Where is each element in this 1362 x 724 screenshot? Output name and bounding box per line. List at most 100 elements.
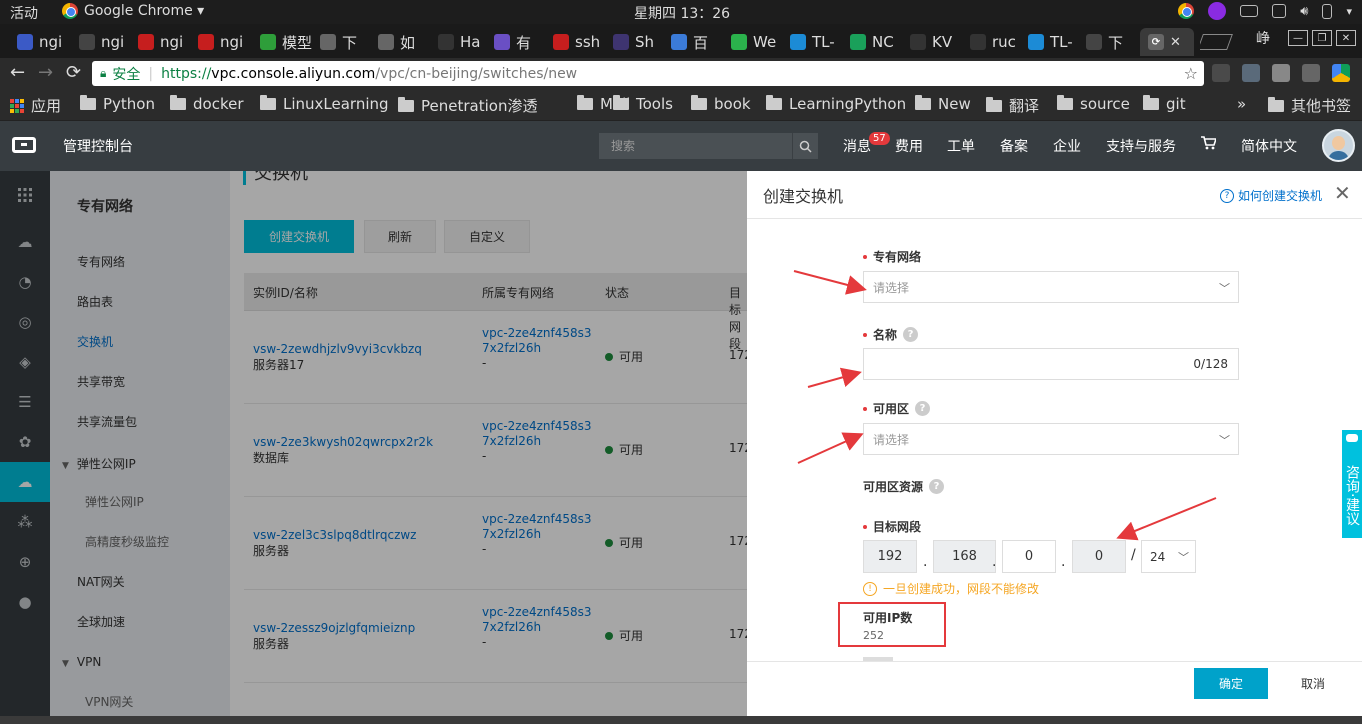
tab-active[interactable]: ⟳ ✕ xyxy=(1140,28,1194,56)
bookmark-folder[interactable]: Penetration渗透 xyxy=(398,95,537,116)
cart-icon[interactable] xyxy=(1200,136,1218,154)
battery-icon[interactable] xyxy=(1322,3,1333,19)
cancel-button[interactable]: 取消 xyxy=(1274,668,1352,699)
name-input[interactable]: 0/128 xyxy=(863,348,1239,380)
console-search xyxy=(599,133,818,159)
bookmark-other[interactable]: 其他书签 xyxy=(1268,95,1351,116)
tab-label: 下 xyxy=(1108,33,1124,52)
browser-tab[interactable]: KV xyxy=(910,28,952,56)
bookmark-folder[interactable]: LearningPython xyxy=(766,95,906,113)
nav-billing[interactable]: 费用 xyxy=(895,136,923,156)
profile-label[interactable]: 峥 xyxy=(1256,28,1270,48)
back-icon[interactable]: ← xyxy=(10,62,25,83)
tab-label: 有 xyxy=(516,33,532,52)
loading-icon: ⟳ xyxy=(1148,34,1164,50)
browser-tab[interactable]: ngi xyxy=(79,28,124,56)
feedback-float-button[interactable]: 咨询·建议 xyxy=(1342,430,1362,538)
help-link[interactable]: ? 如何创建交换机 xyxy=(1220,187,1322,204)
question-icon[interactable]: ? xyxy=(903,327,919,342)
console-title[interactable]: 管理控制台 xyxy=(63,136,133,156)
browser-tab[interactable]: ngi xyxy=(17,28,62,56)
network-icon[interactable] xyxy=(1272,4,1287,18)
chrome-tray-icon[interactable] xyxy=(1178,3,1195,19)
console-search-input[interactable] xyxy=(599,133,789,159)
cidr-octet-1[interactable]: 192 xyxy=(863,540,917,573)
browser-tab[interactable]: Sh xyxy=(613,28,654,56)
nav-icp[interactable]: 备案 xyxy=(1000,136,1028,156)
bookmark-folder[interactable]: Python xyxy=(80,95,155,113)
extension-icon-3[interactable] xyxy=(1272,64,1290,82)
bookmark-folder[interactable]: source xyxy=(1057,95,1130,113)
cidr-octet-4[interactable]: 0 xyxy=(1072,540,1126,573)
browser-tab[interactable]: Ha xyxy=(438,28,480,56)
browser-tab[interactable]: 如 xyxy=(378,28,415,56)
warning-icon: ! xyxy=(863,581,877,596)
cidr-mask-select[interactable]: 24 ﹀ xyxy=(1141,540,1196,573)
question-icon[interactable]: ? xyxy=(929,479,945,494)
bookmark-folder[interactable]: Tools xyxy=(613,95,673,113)
browser-tab[interactable]: 有 xyxy=(494,28,531,56)
maximize-button[interactable]: ❐ xyxy=(1312,30,1332,46)
bookmarks-overflow[interactable]: » xyxy=(1237,95,1246,113)
browser-tab[interactable]: ssh xyxy=(553,28,600,56)
browser-tab[interactable]: NC xyxy=(850,28,894,56)
volume-icon[interactable]: 🔊︎ xyxy=(1300,4,1308,19)
bookmark-folder[interactable]: LinuxLearning xyxy=(260,95,389,113)
bookmark-folder[interactable]: docker xyxy=(170,95,244,113)
browser-tab[interactable]: 下 xyxy=(320,28,357,56)
omnibox[interactable]: 🔒︎ 安全 | https:// vpc.console.aliyun.com … xyxy=(92,61,1204,86)
forward-icon[interactable]: → xyxy=(38,62,53,83)
confirm-button[interactable]: 确定 xyxy=(1194,668,1268,699)
browser-tab[interactable]: ruc xyxy=(970,28,1016,56)
tab-favicon-icon xyxy=(138,34,154,50)
nav-tickets[interactable]: 工单 xyxy=(947,136,975,156)
keyboard-icon[interactable] xyxy=(1240,5,1259,17)
nav-support[interactable]: 支持与服务 xyxy=(1106,136,1176,156)
new-tab-button[interactable] xyxy=(1200,28,1236,56)
app-menu[interactable]: Google Chrome ▾ xyxy=(62,3,204,19)
nav-messages[interactable]: 消息 57 xyxy=(843,132,890,156)
tab-favicon-icon xyxy=(378,34,394,50)
browser-tab[interactable]: ngi xyxy=(198,28,243,56)
cidr-octet-3[interactable]: 0 xyxy=(1002,540,1056,573)
nav-messages-label: 消息 xyxy=(843,139,871,155)
tab-close-icon[interactable]: ✕ xyxy=(1170,35,1181,50)
browser-tab[interactable]: TL- xyxy=(790,28,835,56)
drive-icon[interactable] xyxy=(1332,64,1350,82)
browser-tab[interactable]: 模型 xyxy=(260,28,312,56)
zone-select[interactable]: 请选择 ﹀ xyxy=(863,423,1239,455)
question-icon[interactable]: ? xyxy=(915,401,931,416)
aliyun-logo-icon[interactable] xyxy=(12,137,36,153)
bookmark-folder[interactable]: New xyxy=(915,95,971,113)
reload-icon[interactable]: ⟳ xyxy=(66,62,81,83)
browser-tab[interactable]: TL- xyxy=(1028,28,1073,56)
activities-button[interactable]: 活动 xyxy=(10,3,38,23)
user-avatar[interactable] xyxy=(1322,129,1355,162)
firefox-tray-icon[interactable] xyxy=(1208,2,1227,20)
bookmark-folder[interactable]: git xyxy=(1143,95,1186,113)
nav-enterprise[interactable]: 企业 xyxy=(1053,136,1081,156)
system-menu-icon[interactable]: ▾ xyxy=(1346,5,1352,18)
system-clock[interactable]: 星期四 13：26 xyxy=(634,3,730,23)
bookmark-folder[interactable]: 翻译 xyxy=(986,95,1039,116)
modal-backdrop[interactable] xyxy=(0,171,747,724)
bookmark-label: docker xyxy=(193,95,244,113)
vpc-select[interactable]: 请选择 ﹀ xyxy=(863,271,1239,303)
lock-icon[interactable]: 🔒︎ xyxy=(100,66,106,81)
close-window-button[interactable]: ✕ xyxy=(1336,30,1356,46)
dropbox-icon[interactable] xyxy=(1242,64,1260,82)
bookmark-folder[interactable]: book xyxy=(691,95,751,113)
bookmark-star-icon[interactable]: ☆ xyxy=(1184,64,1198,83)
extension-icon-1[interactable] xyxy=(1212,64,1230,82)
close-icon[interactable]: ✕ xyxy=(1334,181,1351,205)
browser-tab[interactable]: 百 xyxy=(671,28,708,56)
nav-language[interactable]: 简体中文 xyxy=(1241,136,1297,156)
browser-tab[interactable]: ngi xyxy=(138,28,183,56)
browser-tab[interactable]: 下 xyxy=(1086,28,1123,56)
minimize-button[interactable]: — xyxy=(1288,30,1308,46)
browser-tab[interactable]: We xyxy=(731,28,776,56)
search-icon[interactable] xyxy=(792,133,818,159)
extension-icon-4[interactable] xyxy=(1302,64,1320,82)
bookmark-apps[interactable]: 应用 xyxy=(10,95,61,116)
cidr-octet-2[interactable]: 168 xyxy=(933,540,996,573)
